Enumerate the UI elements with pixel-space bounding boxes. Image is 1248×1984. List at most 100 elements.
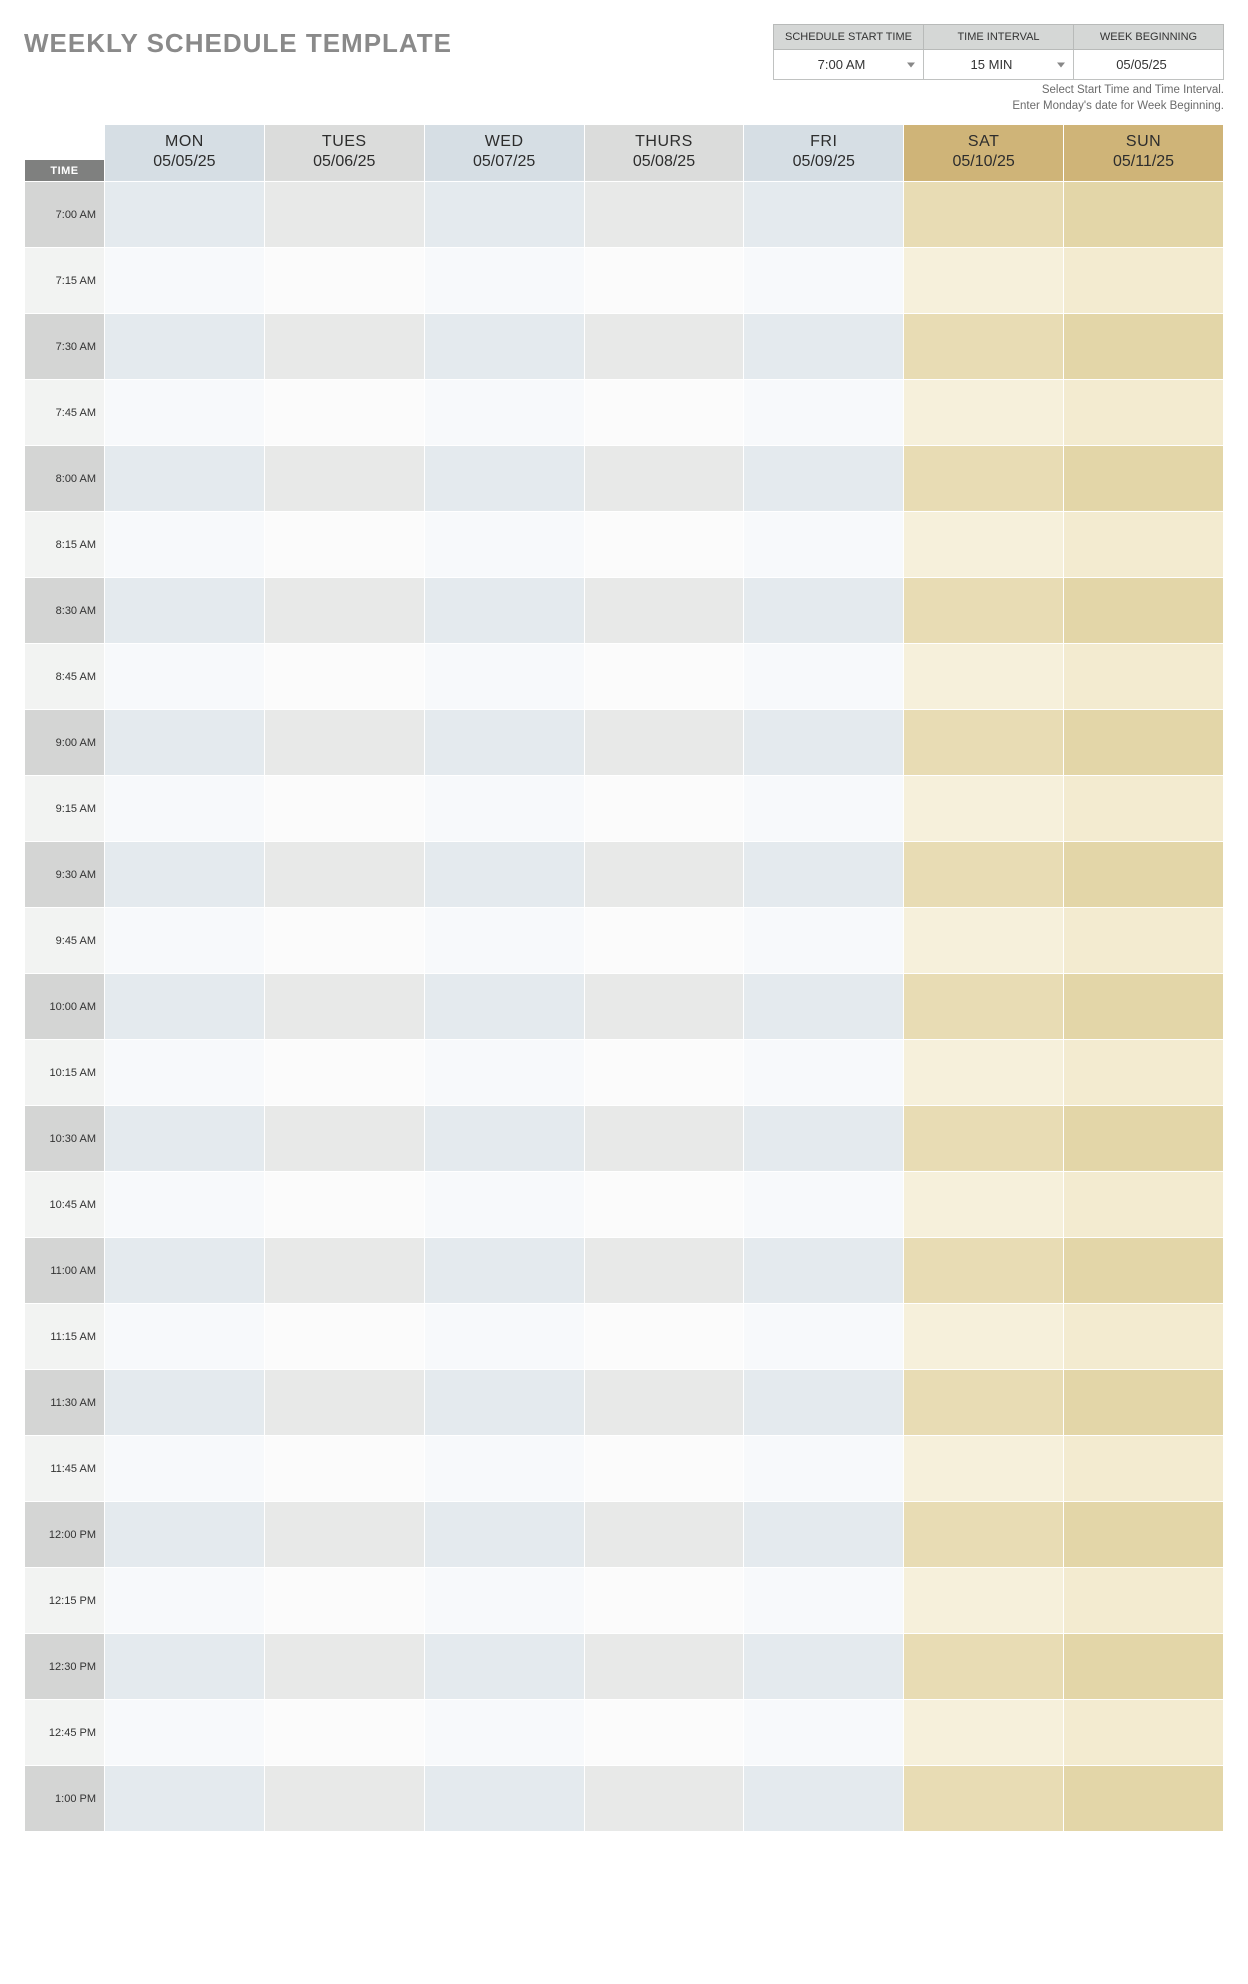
schedule-cell[interactable] xyxy=(584,182,744,248)
schedule-cell[interactable] xyxy=(424,248,584,314)
schedule-cell[interactable] xyxy=(424,1106,584,1172)
schedule-cell[interactable] xyxy=(904,1436,1064,1502)
schedule-cell[interactable] xyxy=(904,578,1064,644)
schedule-cell[interactable] xyxy=(744,1502,904,1568)
schedule-cell[interactable] xyxy=(904,1304,1064,1370)
schedule-cell[interactable] xyxy=(744,314,904,380)
schedule-cell[interactable] xyxy=(424,578,584,644)
schedule-cell[interactable] xyxy=(904,446,1064,512)
schedule-cell[interactable] xyxy=(904,248,1064,314)
schedule-cell[interactable] xyxy=(424,380,584,446)
schedule-cell[interactable] xyxy=(264,182,424,248)
schedule-cell[interactable] xyxy=(1064,446,1224,512)
schedule-cell[interactable] xyxy=(424,446,584,512)
schedule-cell[interactable] xyxy=(904,1238,1064,1304)
schedule-cell[interactable] xyxy=(904,182,1064,248)
schedule-cell[interactable] xyxy=(744,1436,904,1502)
schedule-cell[interactable] xyxy=(105,512,265,578)
schedule-cell[interactable] xyxy=(744,248,904,314)
schedule-cell[interactable] xyxy=(105,1172,265,1238)
schedule-cell[interactable] xyxy=(105,578,265,644)
schedule-cell[interactable] xyxy=(264,1304,424,1370)
schedule-cell[interactable] xyxy=(904,380,1064,446)
schedule-cell[interactable] xyxy=(264,512,424,578)
schedule-cell[interactable] xyxy=(424,776,584,842)
schedule-cell[interactable] xyxy=(904,710,1064,776)
schedule-cell[interactable] xyxy=(264,1370,424,1436)
schedule-cell[interactable] xyxy=(744,446,904,512)
schedule-cell[interactable] xyxy=(584,1238,744,1304)
schedule-cell[interactable] xyxy=(744,1238,904,1304)
schedule-cell[interactable] xyxy=(744,578,904,644)
schedule-cell[interactable] xyxy=(264,644,424,710)
schedule-cell[interactable] xyxy=(424,1370,584,1436)
schedule-cell[interactable] xyxy=(1064,1172,1224,1238)
schedule-cell[interactable] xyxy=(744,974,904,1040)
schedule-cell[interactable] xyxy=(584,644,744,710)
schedule-cell[interactable] xyxy=(744,1040,904,1106)
schedule-cell[interactable] xyxy=(1064,974,1224,1040)
schedule-cell[interactable] xyxy=(744,1370,904,1436)
schedule-cell[interactable] xyxy=(105,776,265,842)
schedule-cell[interactable] xyxy=(744,1568,904,1634)
schedule-cell[interactable] xyxy=(264,1766,424,1832)
schedule-cell[interactable] xyxy=(584,1502,744,1568)
schedule-cell[interactable] xyxy=(424,1304,584,1370)
schedule-cell[interactable] xyxy=(264,380,424,446)
schedule-cell[interactable] xyxy=(264,710,424,776)
schedule-cell[interactable] xyxy=(584,1370,744,1436)
schedule-cell[interactable] xyxy=(105,1568,265,1634)
schedule-cell[interactable] xyxy=(424,1502,584,1568)
schedule-cell[interactable] xyxy=(1064,710,1224,776)
schedule-cell[interactable] xyxy=(904,776,1064,842)
schedule-cell[interactable] xyxy=(1064,1238,1224,1304)
schedule-cell[interactable] xyxy=(584,974,744,1040)
schedule-cell[interactable] xyxy=(424,1766,584,1832)
schedule-cell[interactable] xyxy=(1064,182,1224,248)
schedule-cell[interactable] xyxy=(744,1700,904,1766)
schedule-cell[interactable] xyxy=(1064,1304,1224,1370)
schedule-cell[interactable] xyxy=(264,1106,424,1172)
schedule-cell[interactable] xyxy=(584,776,744,842)
schedule-cell[interactable] xyxy=(264,1040,424,1106)
schedule-cell[interactable] xyxy=(424,1700,584,1766)
schedule-cell[interactable] xyxy=(264,1436,424,1502)
schedule-cell[interactable] xyxy=(744,908,904,974)
schedule-cell[interactable] xyxy=(424,842,584,908)
schedule-cell[interactable] xyxy=(105,182,265,248)
schedule-cell[interactable] xyxy=(904,842,1064,908)
schedule-cell[interactable] xyxy=(1064,380,1224,446)
schedule-cell[interactable] xyxy=(105,1040,265,1106)
schedule-cell[interactable] xyxy=(584,842,744,908)
schedule-cell[interactable] xyxy=(904,1568,1064,1634)
schedule-cell[interactable] xyxy=(584,446,744,512)
schedule-cell[interactable] xyxy=(424,1436,584,1502)
schedule-cell[interactable] xyxy=(105,974,265,1040)
schedule-cell[interactable] xyxy=(584,1766,744,1832)
schedule-cell[interactable] xyxy=(1064,1370,1224,1436)
schedule-cell[interactable] xyxy=(584,314,744,380)
schedule-cell[interactable] xyxy=(264,1568,424,1634)
schedule-cell[interactable] xyxy=(105,1766,265,1832)
schedule-cell[interactable] xyxy=(904,1106,1064,1172)
schedule-cell[interactable] xyxy=(424,1634,584,1700)
schedule-cell[interactable] xyxy=(424,1568,584,1634)
schedule-cell[interactable] xyxy=(264,1172,424,1238)
schedule-cell[interactable] xyxy=(264,314,424,380)
schedule-cell[interactable] xyxy=(105,1238,265,1304)
schedule-cell[interactable] xyxy=(904,1370,1064,1436)
interval-select[interactable]: 15 MIN xyxy=(924,50,1073,79)
schedule-cell[interactable] xyxy=(1064,908,1224,974)
schedule-cell[interactable] xyxy=(105,1502,265,1568)
schedule-cell[interactable] xyxy=(584,908,744,974)
schedule-cell[interactable] xyxy=(904,314,1064,380)
schedule-cell[interactable] xyxy=(424,1238,584,1304)
schedule-cell[interactable] xyxy=(584,1436,744,1502)
schedule-cell[interactable] xyxy=(744,776,904,842)
schedule-cell[interactable] xyxy=(105,1700,265,1766)
schedule-cell[interactable] xyxy=(904,1502,1064,1568)
week-beginning-input[interactable]: 05/05/25 xyxy=(1074,50,1223,79)
schedule-cell[interactable] xyxy=(744,842,904,908)
schedule-cell[interactable] xyxy=(105,248,265,314)
schedule-cell[interactable] xyxy=(105,1304,265,1370)
